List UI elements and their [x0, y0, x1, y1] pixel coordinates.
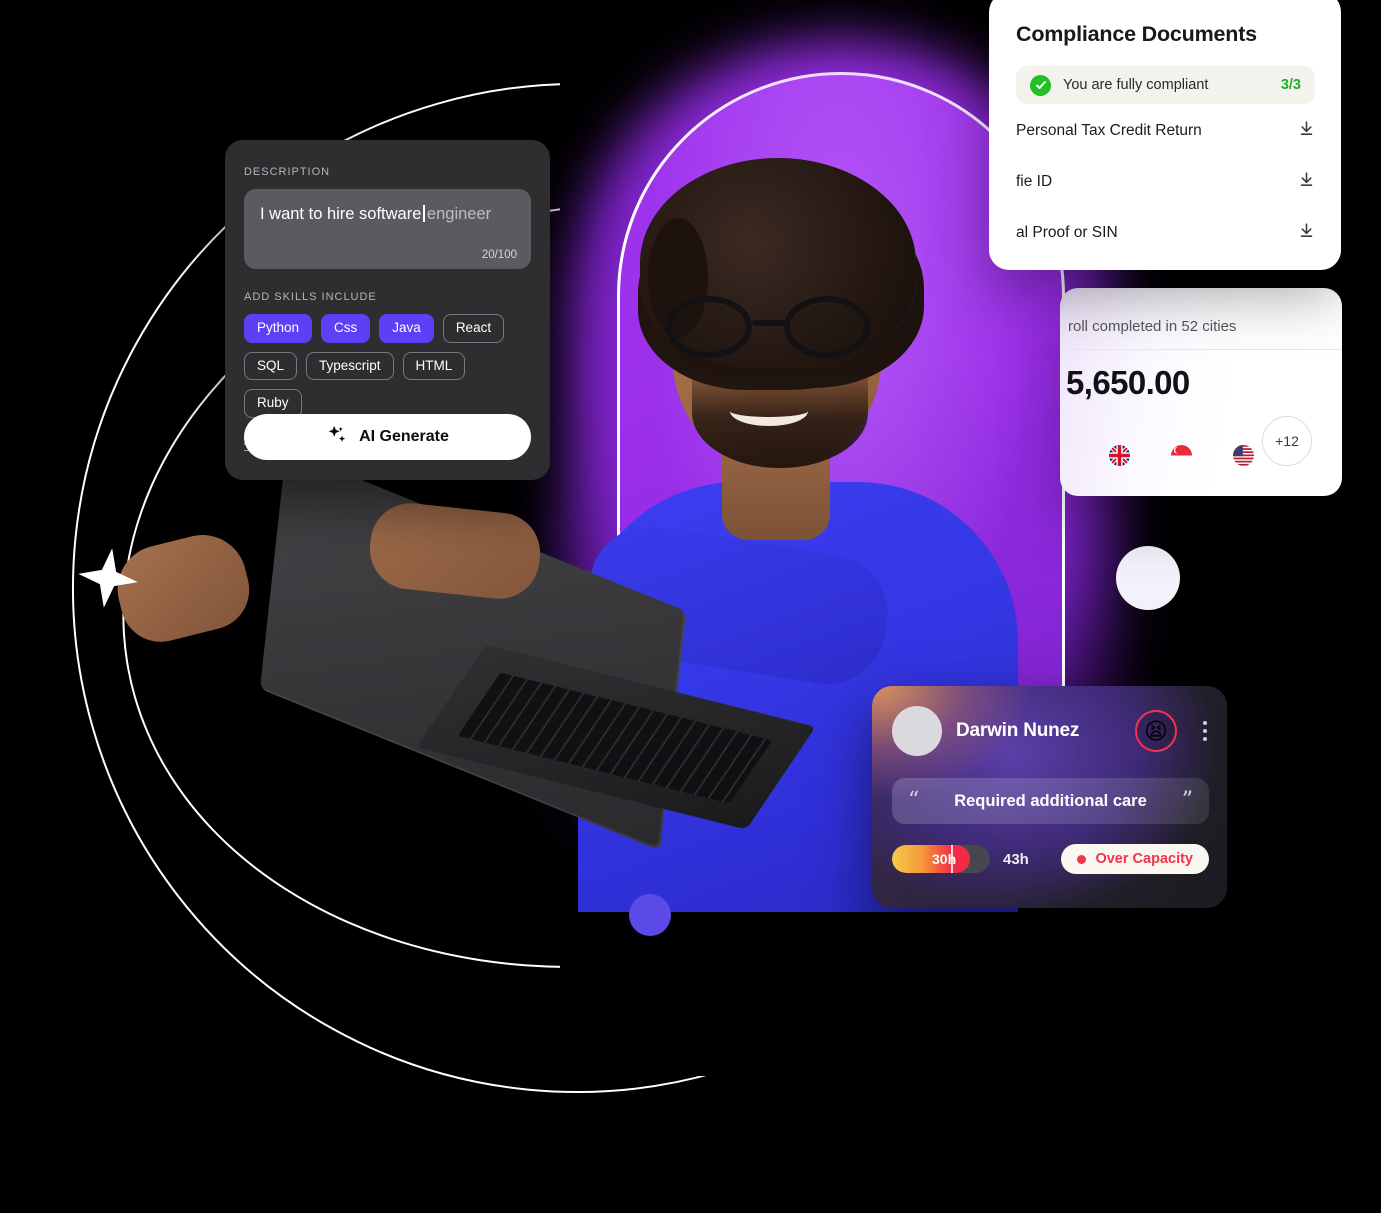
compliance-status-count: 3/3: [1280, 77, 1301, 93]
flag-icon-us: [1231, 443, 1256, 468]
employee-quote-text: Required additional care: [954, 791, 1147, 810]
character-counter: 20/100: [481, 249, 517, 261]
text-cursor: [423, 205, 425, 222]
ai-generate-button[interactable]: AI Generate: [244, 414, 531, 460]
description-input[interactable]: I want to hire software engineer 20/100: [244, 189, 531, 269]
capacity-progress-bar: 30h: [892, 845, 990, 873]
skill-chip[interactable]: React: [442, 314, 505, 343]
payroll-subtitle: roll completed in 52 cities: [1060, 318, 1342, 350]
hours-total-label: 43h: [1003, 850, 1029, 868]
status-dot-icon: [1077, 854, 1087, 864]
description-input-text: I want to hire software engineer: [260, 205, 515, 224]
check-circle-icon: [1030, 74, 1051, 96]
description-ghost-text: engineer: [426, 205, 492, 223]
skill-chip[interactable]: Java: [379, 314, 434, 343]
person-smile: [730, 396, 808, 426]
skill-chip[interactable]: Css: [321, 314, 371, 343]
download-icon[interactable]: [1298, 171, 1315, 193]
skill-chip[interactable]: Python: [244, 314, 313, 343]
avatar[interactable]: [1076, 416, 1132, 468]
document-row[interactable]: Personal Tax Credit Return: [1016, 106, 1315, 155]
compliance-status-banner: You are fully compliant 3/3: [1016, 66, 1315, 104]
employee-name: Darwin Nunez: [956, 720, 1080, 741]
over-capacity-label: Over Capacity: [1095, 851, 1193, 867]
hours-logged-label: 30h: [932, 851, 957, 867]
ai-generate-label: AI Generate: [359, 428, 449, 445]
avatar[interactable]: [892, 706, 942, 756]
download-icon[interactable]: [1298, 120, 1315, 142]
document-row[interactable]: al Proof or SIN: [1016, 208, 1315, 257]
employee-quote: “ Required additional care ”: [892, 778, 1209, 824]
orbit-dot-purple: [629, 894, 671, 936]
payroll-avatar-group: +12: [1060, 402, 1342, 468]
employee-capacity-row: 30h 43h Over Capacity: [872, 824, 1227, 874]
document-row[interactable]: fie ID: [1016, 157, 1315, 206]
document-name: al Proof or SIN: [1016, 223, 1118, 241]
employee-capacity-card: Darwin Nunez 😫 “ Required additional car…: [872, 686, 1227, 908]
orbit-dot-white: [1116, 546, 1180, 610]
over-capacity-badge: Over Capacity: [1061, 844, 1209, 874]
payroll-amount: 5,650.00: [1066, 364, 1190, 401]
download-icon[interactable]: [1298, 222, 1315, 244]
skill-chip[interactable]: Typescript: [306, 351, 394, 381]
employee-header: Darwin Nunez 😫: [872, 686, 1227, 756]
document-name: Personal Tax Credit Return: [1016, 121, 1202, 139]
mood-emoji-icon[interactable]: 😫: [1135, 710, 1177, 752]
flag-icon-sg: [1169, 443, 1194, 468]
sparkles-icon: [326, 424, 348, 451]
skills-label: ADD SKILLS INCLUDE: [244, 291, 377, 303]
avatar[interactable]: [1200, 416, 1256, 468]
hero-composition: DESCRIPTION I want to hire software engin…: [0, 0, 1381, 1076]
avatar-overflow-count[interactable]: +12: [1262, 416, 1312, 466]
skill-chip[interactable]: HTML: [402, 351, 466, 381]
more-options-icon[interactable]: [1191, 721, 1209, 741]
avatar[interactable]: [1138, 416, 1194, 468]
compliance-title: Compliance Documents: [1016, 22, 1257, 46]
job-description-card: DESCRIPTION I want to hire software engin…: [225, 140, 550, 480]
skill-chip-list: Python Css Java React SQL Typescript HTM…: [244, 314, 531, 418]
flag-icon-gb: [1107, 443, 1132, 468]
compliance-status-text: You are fully compliant: [1063, 77, 1209, 93]
description-typed-text: I want to hire software: [260, 205, 422, 223]
description-label: DESCRIPTION: [244, 166, 331, 178]
employee-identity: Darwin Nunez: [956, 720, 1079, 742]
payroll-card: roll completed in 52 cities 5,650.00 +12: [1060, 288, 1342, 496]
compliance-documents-card: Compliance Documents You are fully compl…: [989, 0, 1341, 270]
skill-chip[interactable]: SQL: [244, 351, 298, 381]
document-name: fie ID: [1016, 172, 1053, 190]
person-glasses: [666, 296, 892, 358]
